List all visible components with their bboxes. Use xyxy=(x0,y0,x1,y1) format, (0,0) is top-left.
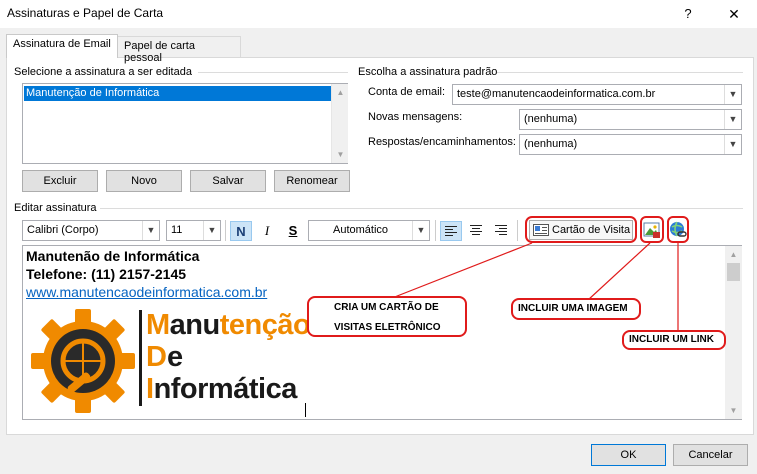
business-card-callout: CRIA UM CARTÃO DE VISITAS ELETRÔNICO xyxy=(307,296,467,337)
cancel-button[interactable]: Cancelar xyxy=(673,444,748,466)
annotation-lines xyxy=(386,242,679,333)
insert-link-callout: INCLUIR UM LINK xyxy=(622,330,726,350)
ok-button[interactable]: OK xyxy=(591,444,666,466)
business-card-callout-line-1: CRIA UM CARTÃO DE xyxy=(334,302,439,313)
business-card-callout-line-2: VISITAS ELETRÔNICO xyxy=(334,322,441,333)
tab-email-signature[interactable]: Assinatura de Email xyxy=(6,34,118,58)
insert-image-callout: INCLUIR UMA IMAGEM xyxy=(511,298,641,320)
